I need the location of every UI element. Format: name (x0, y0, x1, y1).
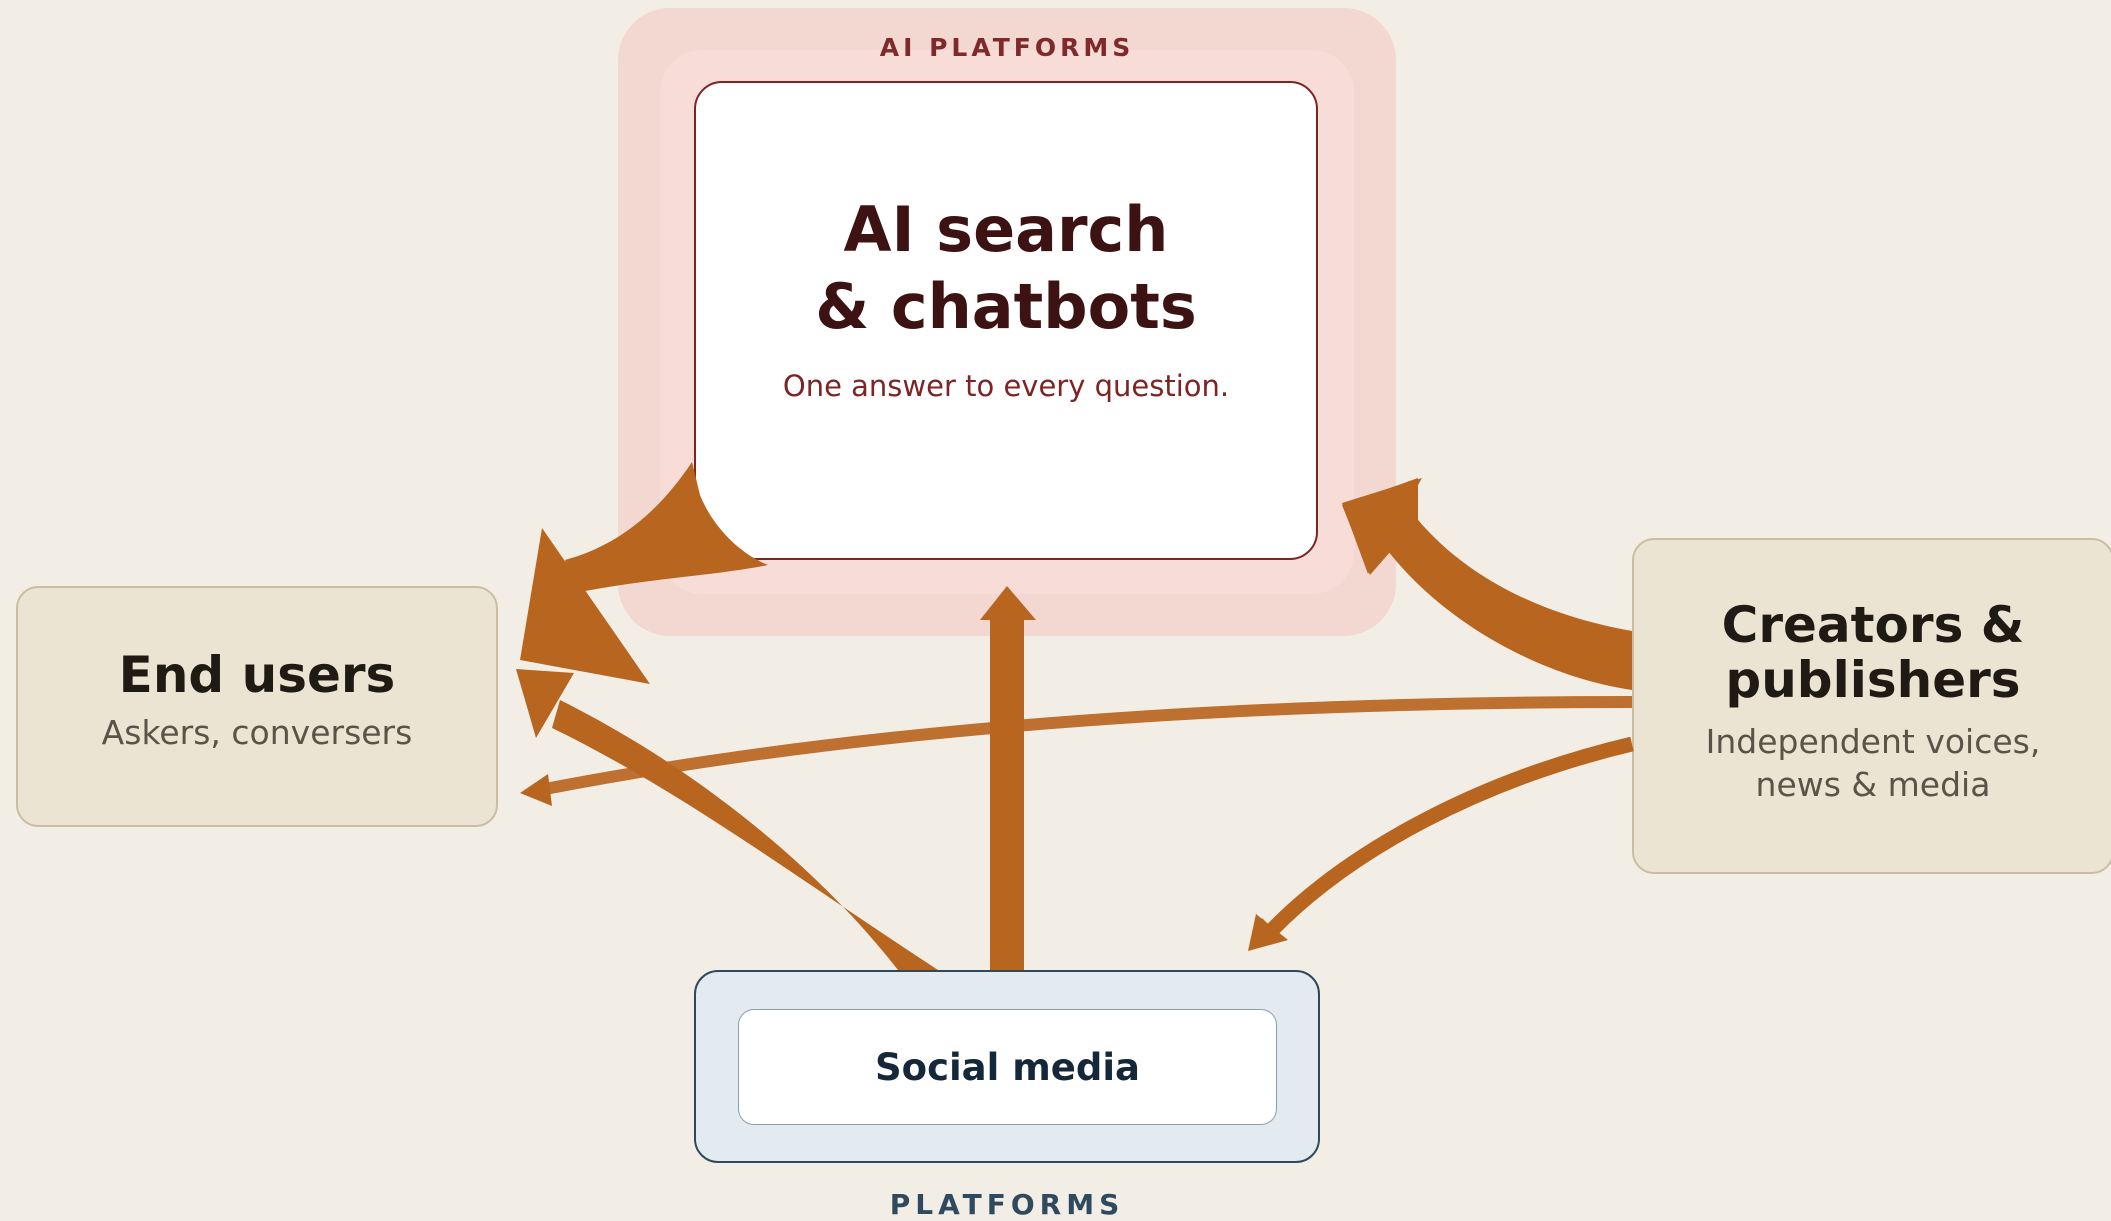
flow-creators-social-line (1266, 736, 1634, 936)
flow-diagram: AI PLATFORMS AI search & chatbots One an… (0, 0, 2111, 1221)
flow-social-ai-ribbon (990, 618, 1024, 970)
flow-arrows (516, 462, 1634, 970)
flow-creators-end-users-line (538, 696, 1633, 796)
flow-social-ai-arrowhead (980, 586, 1036, 620)
flow-creators-ai-ribbon (1380, 510, 1632, 690)
flow-creators-end-users-arrowhead (520, 774, 552, 806)
